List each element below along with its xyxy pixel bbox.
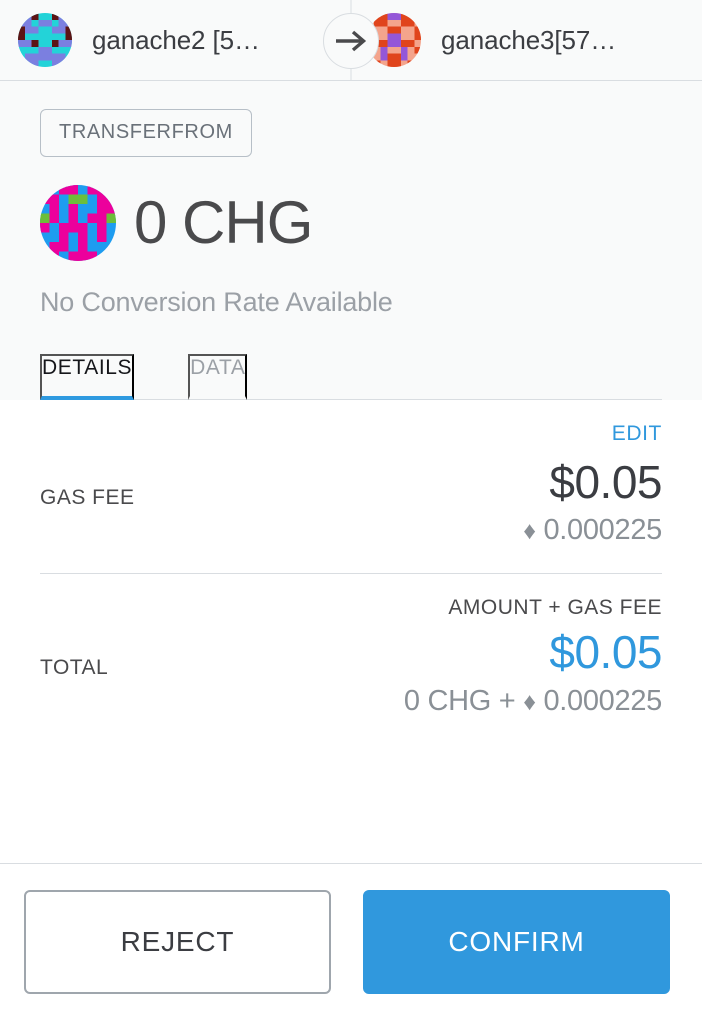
- details-spacer: [40, 718, 662, 863]
- gas-fee-fiat: $0.05: [549, 456, 662, 508]
- gas-fee-label: GAS FEE: [40, 486, 135, 509]
- tab-details[interactable]: DETAILS: [40, 354, 135, 400]
- transaction-amount: 0 CHG: [134, 189, 313, 256]
- total-label: TOTAL: [40, 656, 109, 680]
- recipient-account-name: ganache3[57…: [441, 24, 617, 55]
- gas-fee-native: ♦ 0.000225: [523, 514, 662, 547]
- sender-account-name: ganache2 [5…: [92, 24, 260, 55]
- sender-identicon: [18, 13, 72, 67]
- action-footer: REJECT CONFIRM: [0, 863, 702, 1020]
- recipient-account[interactable]: ganache3[57…: [351, 13, 702, 67]
- sender-account[interactable]: ganache2 [5…: [0, 13, 351, 67]
- gas-fee-native-amount: 0.000225: [543, 514, 662, 547]
- details-panel: EDIT GAS FEE $0.05 ♦ 0.000225 AMOUNT + G…: [0, 400, 702, 863]
- confirm-button[interactable]: CONFIRM: [363, 890, 670, 994]
- detail-tabs: DETAILS DATA: [40, 354, 662, 400]
- transaction-confirm-screen: ganache2 [5… ganache3[57… TRANSFERFROM 0…: [0, 0, 702, 1020]
- action-type-badge: TRANSFERFROM: [40, 109, 252, 157]
- amount-row: 0 CHG: [40, 185, 662, 261]
- gas-fee-row: GAS FEE $0.05 ♦ 0.000225: [40, 446, 662, 573]
- gas-fee-values: $0.05 ♦ 0.000225: [523, 458, 662, 547]
- total-caption: AMOUNT + GAS FEE: [448, 596, 662, 620]
- transfer-arrow: [311, 0, 391, 81]
- total-native-prefix: 0 CHG +: [403, 684, 516, 717]
- edit-row: EDIT: [40, 400, 662, 446]
- total-values: $0.05 0 CHG + ♦ 0.000225: [404, 626, 663, 718]
- reject-button[interactable]: REJECT: [24, 890, 331, 994]
- total-block: AMOUNT + GAS FEE TOTAL $0.05 0 CHG + ♦ 0…: [40, 574, 663, 718]
- edit-gas-button[interactable]: EDIT: [612, 422, 662, 446]
- total-native-amount: 0.000225: [543, 684, 662, 717]
- transaction-summary: TRANSFERFROM 0 CHG No Conversion Rate Av…: [0, 81, 702, 400]
- arrow-right-icon: [323, 12, 379, 69]
- transaction-header: ganache2 [5… ganache3[57…: [0, 0, 702, 81]
- total-row: TOTAL $0.05 0 CHG + ♦ 0.000225: [40, 626, 663, 718]
- tab-data[interactable]: DATA: [188, 354, 248, 400]
- ether-symbol-icon: ♦: [523, 687, 536, 716]
- ether-symbol-icon: ♦: [523, 517, 536, 546]
- total-native: 0 CHG + ♦ 0.000225: [404, 685, 662, 718]
- token-identicon: [40, 185, 116, 261]
- conversion-rate-note: No Conversion Rate Available: [40, 287, 393, 317]
- total-fiat: $0.05: [549, 626, 662, 679]
